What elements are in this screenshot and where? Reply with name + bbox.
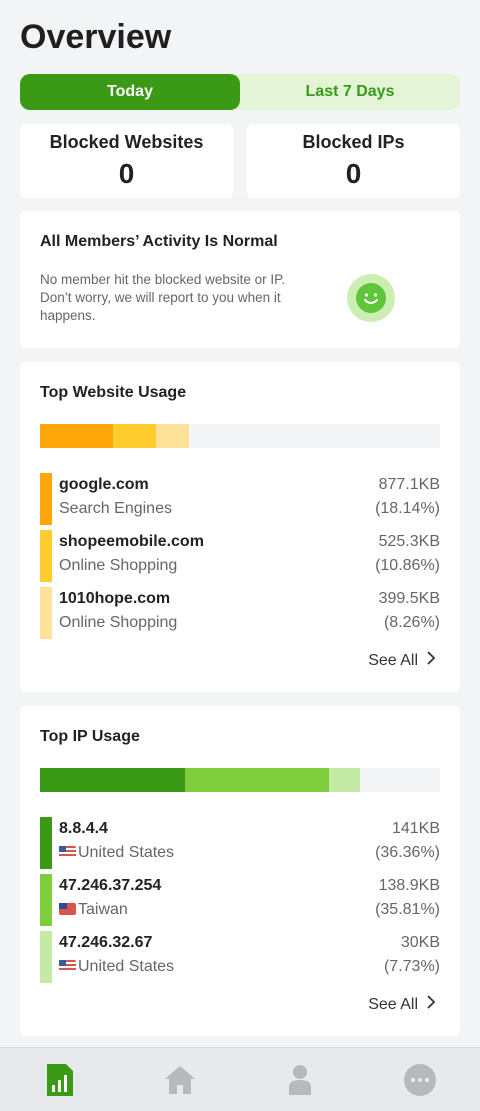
activity-title: All Members’ Activity Is Normal <box>40 233 278 250</box>
blocked-ips-label: Blocked IPs <box>302 132 405 152</box>
ip-country: United States <box>59 844 174 862</box>
see-all-ips-link[interactable]: See All <box>368 995 436 1014</box>
website-usage-bar <box>40 424 440 448</box>
ip-item[interactable]: 47.246.32.67 United States 30KB (7.73%) <box>40 931 440 983</box>
usage-percent: (36.36%) <box>375 844 440 861</box>
us-flag-icon <box>59 846 76 858</box>
item-color-accent <box>40 817 52 869</box>
usage-size: 399.5KB <box>378 590 440 607</box>
usage-size: 138.9KB <box>378 877 440 894</box>
see-all-label: See All <box>368 995 418 1013</box>
country-name: United States <box>78 958 175 975</box>
blocked-ips-count: 0 <box>345 158 362 189</box>
ip-address: 8.8.4.4 <box>59 820 108 837</box>
us-flag-icon <box>59 960 76 972</box>
blocked-websites-label: Blocked Websites <box>49 132 204 152</box>
page-title: Overview <box>20 18 172 56</box>
website-name: shopeemobile.com <box>59 533 204 550</box>
ip-bar-segment <box>40 768 186 792</box>
usage-percent: (35.81%) <box>375 901 440 918</box>
country-name: United States <box>78 844 175 861</box>
ip-item[interactable]: 8.8.4.4 United States 141KB (36.36%) <box>40 817 440 869</box>
website-item[interactable]: google.com Search Engines 877.1KB (18.14… <box>40 473 440 525</box>
item-color-accent <box>40 530 52 582</box>
ip-country: Taiwan <box>59 901 128 919</box>
bottom-navigation <box>0 1047 480 1111</box>
period-tabs: Today Last 7 Days <box>20 74 460 110</box>
top-website-title: Top Website Usage <box>40 384 187 401</box>
website-item[interactable]: shopeemobile.com Online Shopping 525.3KB… <box>40 530 440 582</box>
more-icon[interactable] <box>402 1062 438 1098</box>
website-bar-segment <box>155 424 190 448</box>
usage-size: 877.1KB <box>378 476 440 493</box>
top-ip-title: Top IP Usage <box>40 728 140 745</box>
ip-country: United States <box>59 958 174 976</box>
tab-last-7-days[interactable]: Last 7 Days <box>240 74 460 110</box>
ip-usage-bar <box>40 768 440 792</box>
item-color-accent <box>40 587 52 639</box>
see-all-label: See All <box>368 651 418 669</box>
item-color-accent <box>40 473 52 525</box>
blocked-websites-count: 0 <box>118 158 135 189</box>
website-name: 1010hope.com <box>59 590 171 607</box>
home-icon[interactable] <box>162 1062 198 1098</box>
blocked-websites-card[interactable]: Blocked Websites 0 <box>20 124 233 198</box>
website-bar-segment <box>112 424 156 448</box>
tab-today[interactable]: Today <box>20 74 240 110</box>
smiley-face-icon <box>347 274 395 322</box>
usage-percent: (18.14%) <box>375 500 440 517</box>
website-category: Search Engines <box>59 500 172 517</box>
person-icon[interactable] <box>282 1062 318 1098</box>
website-bar-segment <box>40 424 113 448</box>
report-chart-icon[interactable] <box>42 1062 78 1098</box>
website-name: google.com <box>59 476 149 493</box>
item-color-accent <box>40 874 52 926</box>
taiwan-flag-icon <box>59 903 76 915</box>
item-color-accent <box>40 931 52 983</box>
country-name: Taiwan <box>78 901 128 918</box>
blocked-ips-card[interactable]: Blocked IPs 0 <box>247 124 460 198</box>
usage-percent: (7.73%) <box>383 958 440 975</box>
chevron-right-icon <box>426 995 436 1014</box>
usage-percent: (8.26%) <box>383 614 440 631</box>
activity-description: No member hit the blocked website or IP.… <box>40 272 286 323</box>
ip-bar-segment <box>328 768 360 792</box>
top-ip-card: Top IP Usage 8.8.4.4 United States 141KB… <box>20 706 460 1036</box>
chevron-right-icon <box>426 651 436 670</box>
ip-item[interactable]: 47.246.37.254 Taiwan 138.9KB (35.81%) <box>40 874 440 926</box>
ip-address: 47.246.32.67 <box>59 934 153 951</box>
ip-address: 47.246.37.254 <box>59 877 162 894</box>
see-all-websites-link[interactable]: See All <box>368 651 436 670</box>
usage-percent: (10.86%) <box>375 557 440 574</box>
website-category: Online Shopping <box>59 557 178 574</box>
usage-size: 30KB <box>400 934 440 951</box>
website-category: Online Shopping <box>59 614 178 631</box>
website-item[interactable]: 1010hope.com Online Shopping 399.5KB (8.… <box>40 587 440 639</box>
top-website-card: Top Website Usage google.com Search Engi… <box>20 362 460 692</box>
activity-card: All Members’ Activity Is Normal No membe… <box>20 211 460 348</box>
ip-bar-segment <box>185 768 329 792</box>
usage-size: 525.3KB <box>378 533 440 550</box>
usage-size: 141KB <box>391 820 440 837</box>
